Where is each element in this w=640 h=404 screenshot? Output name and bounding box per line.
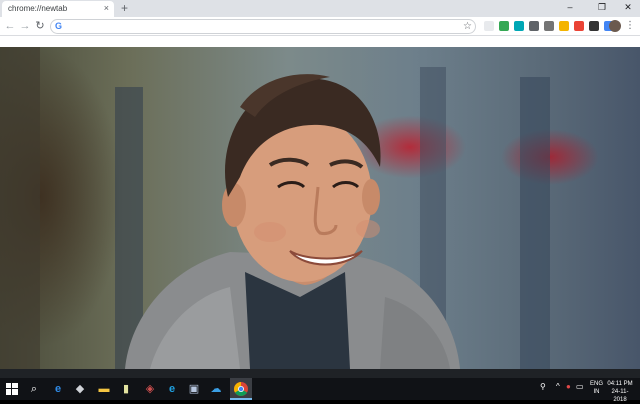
new-tab-button[interactable]: + [121,1,128,15]
app-2-icon[interactable]: ◆ [72,381,88,397]
windows-taskbar: ⌕ e ◆ ▬ ▮ ◈ e ▣ ☁ ⚲ ^ ● ▭ ENG IN 04:11 P… [0,378,640,403]
extension-2-icon[interactable] [499,21,509,31]
extension-5-icon[interactable] [544,21,554,31]
file-explorer-icon[interactable]: ▬ [96,381,112,397]
tray-caret-icon[interactable]: ^ [556,382,560,392]
tab-close-icon[interactable]: × [104,3,109,14]
app-4-icon[interactable]: ▮ [118,381,134,397]
extension-1-icon[interactable] [484,21,494,31]
tab-newtab[interactable]: chrome://newtab × [2,1,114,17]
back-button[interactable]: ← [3,19,17,33]
new-tab-page-background [0,47,640,369]
clock-time: 04:11 PM [607,381,633,387]
close-window-button[interactable]: ✕ [618,1,638,13]
extension-7-icon[interactable] [574,21,584,31]
maximize-button[interactable]: ❐ [592,1,612,13]
system-clock[interactable]: 04:11 PM 24-11-2018 [605,380,635,404]
chrome-icon [234,382,248,396]
background-photo [0,47,550,369]
clock-date: 24-11-2018 [611,389,629,403]
windows-start-icon[interactable] [4,381,20,397]
extension-6-icon[interactable] [559,21,569,31]
network-icon[interactable]: ▭ [576,382,584,392]
reload-button[interactable]: ↻ [33,19,47,33]
tab-strip: chrome://newtab × + – ❐ ✕ [0,0,640,17]
security-tray-icon[interactable]: ● [566,382,571,392]
extension-8-icon[interactable] [589,21,599,31]
extension-4-icon[interactable] [529,21,539,31]
forward-button[interactable]: → [18,19,32,33]
app-7-icon[interactable]: ▣ [186,381,202,397]
google-icon: G [55,21,63,31]
search-icon[interactable]: ⌕ [26,381,42,397]
profile-avatar[interactable] [609,20,621,32]
tab-title: chrome://newtab [8,4,68,13]
browser-window: chrome://newtab × + – ❐ ✕ ← → ↻ G ☆ ⋮ [0,0,640,378]
chrome-taskbar-button[interactable] [230,378,252,400]
region-code: IN [593,389,600,395]
app-8-icon[interactable]: ☁ [208,381,224,397]
minimize-button[interactable]: – [560,1,580,13]
edge-icon[interactable]: e [50,381,66,397]
extension-3-icon[interactable] [514,21,524,31]
people-icon[interactable]: ⚲ [540,382,546,392]
bookmark-star-icon[interactable]: ☆ [463,20,472,33]
language-indicator[interactable]: ENG IN [590,380,603,396]
window-bottom-strip [0,369,640,378]
app-5-icon[interactable]: ◈ [142,381,158,397]
browser-toolbar: ← → ↻ G ☆ ⋮ [0,17,640,36]
language-code: ENG [590,381,604,387]
chrome-menu-icon[interactable]: ⋮ [625,19,635,33]
address-input[interactable] [67,21,447,32]
address-bar[interactable]: G ☆ [50,19,476,34]
internet-explorer-icon[interactable]: e [164,381,180,397]
